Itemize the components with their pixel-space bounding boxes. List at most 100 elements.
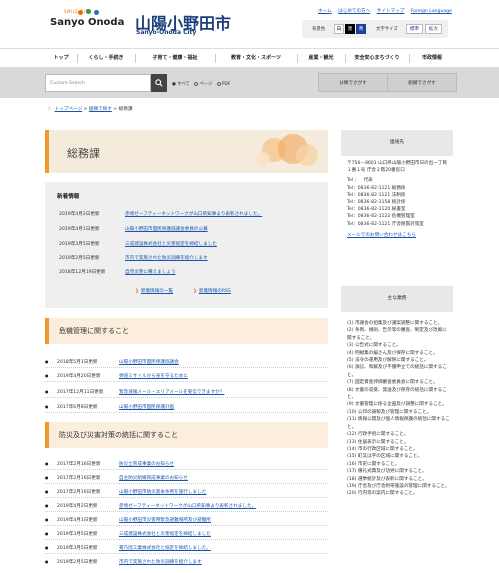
item-link[interactable]: 弾道ミサイルから身を守るために <box>119 373 188 379</box>
nav-item-living[interactable]: くらし・手続き <box>79 49 133 68</box>
duties-heading: 主な業務 <box>341 286 453 312</box>
list-item: ● 2017年6月8日更新 山陽小野田市国民保護計画 <box>45 401 328 413</box>
news-heading: 新着情報 <box>57 194 80 200</box>
bullet-icon: ● <box>45 475 49 480</box>
list-item: ● 2019年3月5日更新 三成建設株式会社と災害協定を締結しました <box>45 528 328 540</box>
news-date: 2019年4月1日更新 <box>59 227 100 232</box>
breadcrumb-top[interactable]: トップページ <box>55 107 82 112</box>
nav-item-top[interactable]: トップ <box>46 49 76 68</box>
duty-item: (17) 儀礼式典及び功労に関すること。 <box>347 469 427 475</box>
item-link[interactable]: 山陽小野田市防災基本条例を施行しました <box>119 489 206 495</box>
global-nav: トップ くらし・手続き 子育て・健康・福祉 教育・文化・スポーツ 産業・観光 安… <box>0 48 499 68</box>
news-link[interactable]: 自然災害に備えましょう <box>125 269 176 275</box>
search-by-category-button[interactable]: 分類でさがす <box>318 73 388 92</box>
duty-item: (19) 庁舎及び庁舎附帯施設の管理に関すること。 <box>347 483 450 489</box>
item-date: 2019年4月20日更新 <box>57 374 101 379</box>
item-link[interactable]: 緊急速報メール・エリアメールを受信できますか？ <box>119 389 224 395</box>
contact-phone: Tel：0836-82-1122 危機管理室 <box>347 214 415 220</box>
nav-item-childcare-health[interactable]: 子育て・健康・福祉 <box>137 49 213 68</box>
list-item: ● 2017年12月11日更新 緊急速報メール・エリアメールを受信できますか？ <box>45 386 328 398</box>
duty-item: (12) 行政手続に関すること。 <box>347 432 409 438</box>
contact-info: 〒756－8601 山口県山陽小野田市日の出一丁目１番１号 庁舎２階20番窓口 … <box>347 160 451 239</box>
font-size-standard-button[interactable]: 標準 <box>406 24 423 34</box>
contact-tel-rep: Tel ： 代表 <box>347 177 451 184</box>
font-size-large-button[interactable]: 拡大 <box>425 24 442 34</box>
nav-divider <box>297 54 298 63</box>
item-link[interactable]: 菊乃陸工業株式会社と協定を締結しました。 <box>119 545 211 551</box>
nav-divider <box>135 54 136 63</box>
news-list-link[interactable]: ❯ 新着情報の一覧 <box>135 288 173 294</box>
list-item: ● 2019年2月5日更新 市内で実施された防災訓練を紹介します <box>45 556 328 568</box>
utility-links: ホーム はじめての方へ サイトマップ Foreign Language <box>318 8 452 14</box>
bullet-icon: ● <box>45 503 49 508</box>
breadcrumb-org[interactable]: 組織で探す <box>89 107 112 112</box>
city-logo[interactable]: SMILE CITY Sanyo Onoda <box>50 9 130 35</box>
decorative-circles-image <box>252 134 322 169</box>
contact-phone: Tel：0836-82-1121 総務係 <box>347 185 406 191</box>
scope-page-radio[interactable] <box>194 81 199 86</box>
duty-item: (3) 公告式に関すること。 <box>347 343 401 349</box>
news-date: 2019年4月2日更新 <box>59 212 100 217</box>
item-link[interactable]: 山陽小野田市国民保護計画 <box>119 404 174 410</box>
list-item: ● 2019年4月20日更新 弾道ミサイルから身を守るために <box>45 370 328 382</box>
bg-blue-button[interactable]: 青 <box>356 24 366 34</box>
nav-item-city-info[interactable]: 市政情報 <box>411 49 453 68</box>
contact-heading: 連絡先 <box>341 130 453 156</box>
breadcrumb-current: 総務課 <box>118 107 133 112</box>
news-link[interactable]: 山陽小野田市国民保護協議会委員の公募 <box>125 226 208 232</box>
item-date: 2019年4月2日更新 <box>57 504 98 509</box>
util-link-home[interactable]: ホーム <box>318 9 332 14</box>
item-date: 2017年12月11日更新 <box>57 390 104 395</box>
item-link[interactable]: 市内で実施された防災訓練を紹介します <box>119 559 202 565</box>
scope-all-label: すべて <box>177 82 190 87</box>
scope-all-radio[interactable]: ● すべて <box>172 82 190 87</box>
home-icon: ☃ <box>47 107 52 112</box>
news-rss-link[interactable]: ❯ 新着情報のRSS <box>193 288 231 294</box>
bg-color-label: 背景色 <box>312 27 326 32</box>
list-item: ● 2019年4月1日更新 山陽小野田市災害時緊急避難場所及び避難所 <box>45 514 328 526</box>
duty-item: (9) 文書管理に係る企画及び調整に関すること。 <box>347 402 447 408</box>
bullet-icon: ● <box>45 531 49 536</box>
item-link[interactable]: 山陽小野田市国民保護協議会 <box>119 359 179 365</box>
font-size-label: 文字サイズ <box>376 27 398 32</box>
bullet-icon: ● <box>45 489 49 494</box>
bullet-icon: ● <box>45 389 49 394</box>
item-link[interactable]: 赤崎ゼーフティーネットワークが山口県知事より表彰されました。 <box>119 503 256 509</box>
nav-item-education-culture[interactable]: 教育・文化・スポーツ <box>218 49 294 68</box>
news-link[interactable]: 市内で実施された防災訓練を紹介します <box>125 255 208 261</box>
bg-white-button[interactable]: 白 <box>334 24 344 34</box>
util-link-sitemap[interactable]: サイトマップ <box>377 9 405 14</box>
site-header: SMILE CITY Sanyo Onoda 山陽小野田市 Sanyo-Onod… <box>0 0 499 44</box>
duty-item: (2) 条例、規則、告示等の審査、制定及び改廃に関すること。 <box>347 328 447 341</box>
util-link-first-visit[interactable]: はじめての方へ <box>338 9 370 14</box>
item-link[interactable]: 自主防災組織育成事業のお知らせ <box>119 475 188 481</box>
logo-text: Sanyo Onoda <box>50 17 125 28</box>
scope-pdf-radio[interactable] <box>216 81 221 86</box>
duty-item: (18) 選挙統計及び表彰に関すること。 <box>347 476 427 482</box>
news-link[interactable]: 三成建設株式会社と災害協定を締結しました <box>125 241 217 247</box>
duty-item: (15) 町又は字の区域に関すること。 <box>347 454 423 460</box>
item-link[interactable]: 三成建設株式会社と災害協定を締結しました <box>119 531 211 537</box>
duty-item: (8) 文書の収受、発送及び保存の統括に関すること。 <box>347 387 447 401</box>
tel-rep-label: Tel ： <box>347 178 360 184</box>
item-date: 2017年2月16日更新 <box>57 462 101 467</box>
news-panel: 新着情報 2019年4月2日更新 赤崎ゼーフティーネットワークが山口県知事より表… <box>45 182 328 308</box>
bg-black-button[interactable]: 黒 <box>345 24 355 34</box>
search-input[interactable]: Custom Search <box>45 74 151 92</box>
item-link[interactable]: 防災士育成事業のお知らせ <box>119 461 174 467</box>
nav-item-industry-tourism[interactable]: 産業・観光 <box>299 49 343 68</box>
news-link[interactable]: 赤崎ゼーフティーネットワークが山口県知事より表彰されました。 <box>125 211 262 217</box>
search-button[interactable] <box>151 74 167 92</box>
search-by-organization-button[interactable]: 組織でさがす <box>387 73 457 92</box>
bullet-icon: ● <box>45 404 49 409</box>
list-item: ● 2017年2月16日更新 防災士育成事業のお知らせ <box>45 458 328 470</box>
duty-item: (1) 市議会の招集及び議案調整に関すること。 <box>347 321 443 326</box>
item-link[interactable]: 山陽小野田市災害時緊急避難場所及び避難所 <box>119 517 211 523</box>
util-link-foreign-language[interactable]: Foreign Language <box>411 9 452 14</box>
contact-mail-link[interactable]: メールでのお問い合わせはこちら <box>347 232 451 239</box>
nav-item-safety[interactable]: 安全安心まちづくり <box>347 49 407 68</box>
section-heading: 危機管理に関すること <box>45 318 328 344</box>
duty-item: (7) 固定資産評価審査委員会に関すること。 <box>347 380 438 386</box>
search-placeholder: Custom Search <box>50 81 85 86</box>
item-date: 2019年3月5日更新 <box>57 546 98 551</box>
